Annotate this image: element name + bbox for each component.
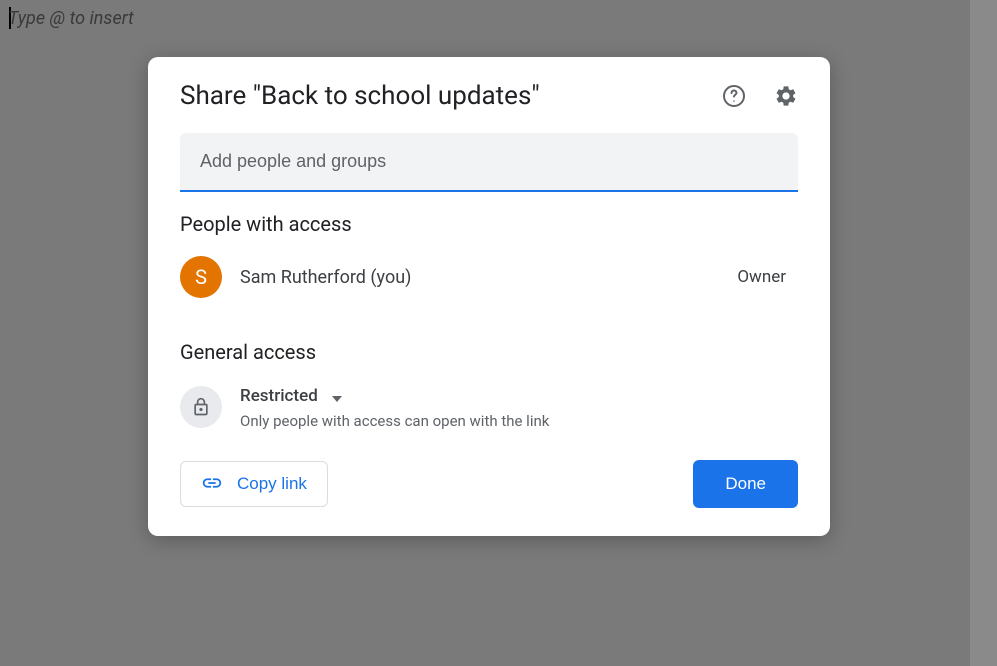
copy-link-button[interactable]: Copy link bbox=[180, 461, 328, 507]
person-name: Sam Rutherford (you) bbox=[240, 267, 411, 288]
dialog-footer: Copy link Done bbox=[180, 460, 798, 508]
avatar: S bbox=[180, 256, 222, 298]
access-mode-description: Only people with access can open with th… bbox=[240, 412, 798, 430]
general-access-section: General access Restricted Only people wi… bbox=[180, 340, 798, 430]
add-people-input[interactable] bbox=[200, 151, 778, 172]
header-icons bbox=[722, 84, 798, 108]
access-mode-dropdown[interactable]: Restricted bbox=[240, 386, 798, 406]
people-with-access-heading: People with access bbox=[180, 212, 798, 236]
dialog-title: Share "Back to school updates" bbox=[180, 81, 540, 111]
share-dialog: Share "Back to school updates" People wi… bbox=[148, 57, 830, 536]
person-info: S Sam Rutherford (you) bbox=[180, 256, 411, 298]
doc-placeholder: Type @ to insert bbox=[8, 8, 134, 29]
person-role: Owner bbox=[737, 267, 798, 287]
lock-icon bbox=[180, 386, 222, 428]
help-icon[interactable] bbox=[722, 84, 746, 108]
add-people-input-wrapper[interactable] bbox=[180, 133, 798, 192]
copy-link-label: Copy link bbox=[237, 474, 307, 494]
general-access-content: Restricted Only people with access can o… bbox=[240, 386, 798, 430]
chevron-down-icon bbox=[332, 387, 342, 406]
done-button[interactable]: Done bbox=[693, 460, 798, 508]
dialog-header: Share "Back to school updates" bbox=[180, 81, 798, 111]
person-row: S Sam Rutherford (you) Owner bbox=[180, 256, 798, 298]
general-access-heading: General access bbox=[180, 340, 798, 364]
access-mode-label: Restricted bbox=[240, 386, 318, 406]
general-access-row: Restricted Only people with access can o… bbox=[180, 386, 798, 430]
gear-icon[interactable] bbox=[774, 84, 798, 108]
link-icon bbox=[201, 474, 223, 494]
scrollbar[interactable] bbox=[970, 0, 997, 666]
